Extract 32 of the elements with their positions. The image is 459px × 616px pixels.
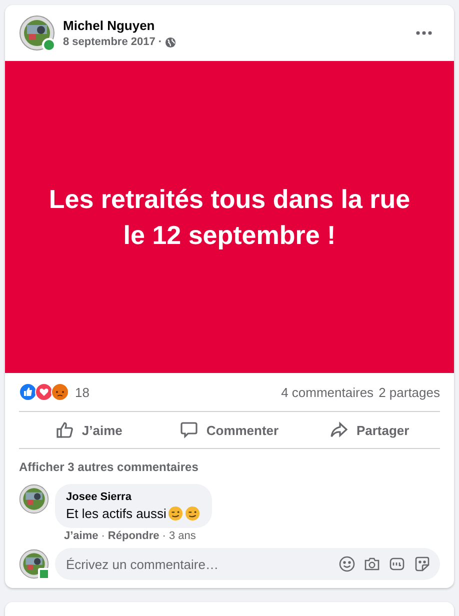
shares-count[interactable]: 2 partages [378, 384, 440, 400]
comment-field[interactable]: Écrivez un commentaire… [55, 548, 440, 580]
comment-button[interactable]: Commenter [159, 412, 300, 448]
speech-bubble-icon [180, 421, 198, 439]
winking-emoji-icon [168, 506, 184, 521]
comment-like-link[interactable]: J’aime [64, 530, 98, 542]
separator-dot: · [101, 530, 105, 542]
like-button[interactable]: J’aime [19, 412, 160, 448]
sticker-icon[interactable] [414, 556, 430, 572]
banner-text: Les retraités tous dans la rue le 12 septembre ! [48, 183, 412, 252]
thumbs-up-icon [56, 421, 74, 439]
more-comments-link[interactable]: Afficher 3 autres commentaires [19, 460, 440, 474]
winking-emoji-icon [185, 506, 200, 521]
separator-dot: · [158, 36, 162, 48]
post-date[interactable]: 8 septembre 2017 [63, 36, 156, 48]
share-arrow-icon [330, 421, 348, 439]
reply-link[interactable]: Répondre [108, 530, 160, 542]
reaction-icons [19, 383, 69, 401]
camera-icon[interactable] [364, 556, 380, 572]
separator-dot: · [162, 530, 166, 542]
comment-age: 3 ans [168, 530, 196, 542]
more-icon [416, 31, 432, 35]
smiley-icon[interactable] [339, 556, 355, 572]
globe-icon [165, 36, 176, 48]
share-button[interactable]: Partager [300, 412, 440, 448]
reaction-count[interactable]: 18 [75, 384, 90, 400]
commenter-avatar [19, 484, 49, 514]
comments-count[interactable]: 4 commentaires [281, 384, 374, 400]
commenter-name[interactable]: Josee Sierra [66, 491, 200, 503]
author-name[interactable]: Michel Nguyen [63, 18, 400, 33]
comment-text: Et les actifs aussi [66, 506, 166, 521]
comment-input-field[interactable]: Écrivez un commentaire… [66, 556, 339, 572]
